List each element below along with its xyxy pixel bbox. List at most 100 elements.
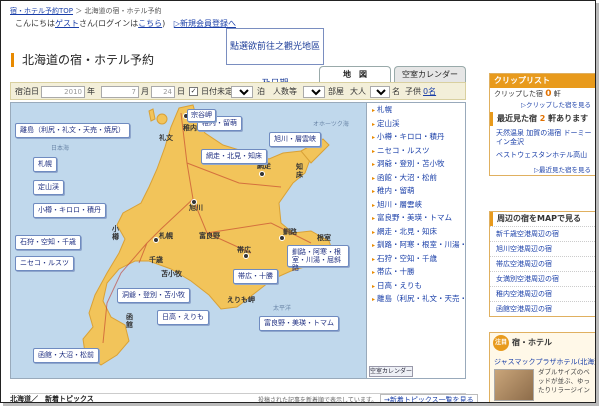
city-furano: 富良野 <box>199 232 220 240</box>
nearby-item[interactable]: 新千歳空港周辺の宿 <box>490 226 595 241</box>
nights-unit: 泊 <box>257 87 265 96</box>
nearby-item[interactable]: 稚内空港周辺の宿 <box>490 286 595 301</box>
nearby-item[interactable]: 女満別空港周辺の宿 <box>490 271 595 286</box>
rooms-select[interactable]: 1 <box>303 86 325 98</box>
greeting-text: こんにちは <box>15 19 55 28</box>
children-label: 子供 <box>405 87 421 96</box>
nearby-item[interactable]: 旭川空港周辺の宿 <box>490 241 595 256</box>
topics-more-link[interactable]: →新着トピックス一覧を見る <box>380 394 478 402</box>
annotation-box: 點選欲前往之觀光地區及日期 <box>226 28 324 89</box>
vacancy-calendar-button[interactable]: 空室カレンダー <box>369 366 413 377</box>
area-list-item[interactable]: 網走・北見・知床 <box>367 225 465 239</box>
tab-calendar[interactable]: 空室カレンダー <box>394 66 466 82</box>
people-label: 人数等 <box>273 87 297 96</box>
area-list-item[interactable]: 離島（利尻・礼文・天売・焼尻） <box>367 292 465 306</box>
adults-unit: 名 <box>392 87 400 96</box>
area-list-item[interactable]: 稚内・留萌 <box>367 184 465 198</box>
featured-hotel-link[interactable]: ジャスマックプラザホテル(北海道) <box>494 357 595 367</box>
map-area-remote-islands[interactable]: 離島（利尻・礼文・天売・焼尻） <box>15 123 130 138</box>
clip-list-panel: クリップリスト クリップした宿 0 軒 ▷クリップした宿を見る 最近見た宿 2 … <box>489 73 595 176</box>
area-list-item[interactable]: 富良野・美瑛・トマム <box>367 211 465 225</box>
city-otaru: 小樽 <box>112 225 119 241</box>
map-area-asahikawa-sounkyo[interactable]: 旭川・層雲峡 <box>269 132 321 147</box>
nights-select[interactable]: 1 <box>231 86 253 98</box>
children-link[interactable]: 0名 <box>423 86 436 97</box>
map-area-obihiro-tokachi[interactable]: 帯広・十勝 <box>233 269 278 284</box>
map-area-soyamisaki[interactable]: 宗谷岬 <box>187 109 216 122</box>
city-chitose: 千歳 <box>149 256 163 264</box>
featured-title: 宿・ホテル <box>512 338 552 347</box>
sea-japan: 日本海 <box>51 145 70 152</box>
clip-view-link[interactable]: ▷クリップした宿を見る <box>490 100 595 110</box>
month-input[interactable] <box>101 86 139 98</box>
recent-unit: 軒あります <box>548 114 589 123</box>
city-erimo: えりも岬 <box>227 296 255 304</box>
map-area-jozankei[interactable]: 定山渓 <box>33 180 64 195</box>
map-area-sapporo[interactable]: 札幌 <box>33 157 57 172</box>
map-area-niseko-rusutsu[interactable]: ニセコ・ルスツ <box>15 256 74 271</box>
year-input[interactable] <box>41 86 85 98</box>
nearby-header: 周辺の宿をMAPで見る <box>490 212 595 226</box>
map-area-hidaka-erimo[interactable]: 日高・えりも <box>157 310 209 325</box>
recent-count: 2 <box>539 114 546 123</box>
map-area-hakodate-onuma-matsumae[interactable]: 函館・大沼・松前 <box>33 348 99 363</box>
featured-hotel-photo[interactable] <box>494 369 534 401</box>
day-input[interactable] <box>151 86 175 98</box>
guest-name-link[interactable]: ゲスト <box>55 19 79 28</box>
recent-item[interactable]: ベストウェスタンホテル高山 <box>490 150 595 161</box>
clip-text: クリップした宿 <box>494 90 543 98</box>
greeting-suffix: さん(ログインは <box>79 19 139 28</box>
recent-view-link[interactable]: ▷最近見た宿を見る <box>490 165 595 175</box>
tab-map[interactable]: 地 図 <box>319 66 391 82</box>
search-bar: 宿泊日 年 月 日 ✓ 日付未定 1 泊 人数等 1 部屋 大人 2 名 子供 … <box>10 82 466 100</box>
city-wakkanai: 稚内 <box>183 124 197 132</box>
greeting-close: ) <box>162 19 166 28</box>
area-list-item[interactable]: 函館・大沼・松前 <box>367 171 465 185</box>
area-list-item[interactable]: ニセコ・ルスツ <box>367 144 465 158</box>
city-tomakomai: 苫小牧 <box>161 270 182 278</box>
adults-label: 大人 <box>350 87 366 96</box>
map-area-toya-noboribetsu-tomakomai[interactable]: 洞爺・登別・苫小牧 <box>117 288 190 303</box>
map-area-otaru-kiroro-shakotan[interactable]: 小樽・キロロ・積丹 <box>33 203 106 218</box>
area-list-item[interactable]: 札幌 <box>367 103 465 117</box>
nearby-item[interactable]: 帯広空港周辺の宿 <box>490 256 595 271</box>
recent-header: 最近見た宿 2 軒あります <box>490 112 595 126</box>
map-area-kushiro-akan-nemuro[interactable]: 釧路・阿寒・根室・川湯・屈斜路 <box>287 245 349 272</box>
breadcrumb-home-link[interactable]: 宿・ホテル予約TOP <box>10 7 73 15</box>
date-undecided-checkbox[interactable]: ✓ <box>189 87 198 96</box>
area-list-item[interactable]: 日高・えりも <box>367 279 465 293</box>
browser-frame: 宿・ホテル予約TOP ＞ 北海道の宿・ホテル予約 こんにちはゲストさん(ログイン… <box>0 0 596 403</box>
month-unit: 月 <box>141 87 149 96</box>
hokkaido-map: 稚内 礼文 網走 知床 旭川 富良野 札幌 小樽 千歳 苫小牧 帯広 釧路 根室… <box>10 102 367 379</box>
area-list-item[interactable]: 石狩・空知・千歳 <box>367 252 465 266</box>
area-list-item[interactable]: 帯広・十勝 <box>367 265 465 279</box>
breadcrumb-separator: ＞ <box>75 7 83 15</box>
recent-item[interactable]: 天然温泉 加賀の湯宿 ドーミーイン金沢 <box>490 129 595 147</box>
city-hakodate: 函館 <box>126 313 133 329</box>
map-pin <box>243 253 249 259</box>
map-area-ishikari-sorachi-chitose[interactable]: 石狩・空知・千歳 <box>15 235 81 250</box>
area-list-item[interactable]: 釧路・阿寒・根室・川湯・屈斜路 <box>367 238 465 252</box>
nearby-item[interactable]: 函館空港周辺の宿 <box>490 301 595 316</box>
page-title: 北海道の宿・ホテル予約 <box>11 53 154 67</box>
area-list-item[interactable]: 定山渓 <box>367 117 465 131</box>
adults-select[interactable]: 2 <box>370 86 390 98</box>
clip-count: 0 <box>545 89 552 99</box>
topics-note: 投稿された記事を新着順で表示しています。 <box>258 397 378 403</box>
login-link[interactable]: こちら <box>138 19 162 28</box>
area-list-item[interactable]: 旭川・層雲峡 <box>367 198 465 212</box>
area-list-item[interactable]: 小樽・キロロ・積丹 <box>367 130 465 144</box>
featured-badge: 注目 <box>493 335 509 351</box>
map-pin <box>259 171 265 177</box>
register-link[interactable]: ▷新規会員登録へ <box>174 19 236 28</box>
map-pin <box>191 199 197 205</box>
breadcrumb-current: 北海道の宿・ホテル予約 <box>84 7 162 15</box>
map-area-furano-biei-tomamu[interactable]: 富良野・美瑛・トマム <box>259 316 339 331</box>
year-unit: 年 <box>87 87 95 96</box>
area-list-item[interactable]: 洞爺・登別・苫小牧 <box>367 157 465 171</box>
map-area-abashiri-kitami-shiretoko[interactable]: 網走・北見・知床 <box>201 149 267 164</box>
city-rebun: 礼文 <box>159 134 173 142</box>
featured-hotel-description: ダブルサイズのベッドが並ぶ、ゆったりリラージイン <box>538 368 590 394</box>
city-asahikawa: 旭川 <box>189 204 203 212</box>
date-undecided-label: 日付未定 <box>201 87 233 96</box>
